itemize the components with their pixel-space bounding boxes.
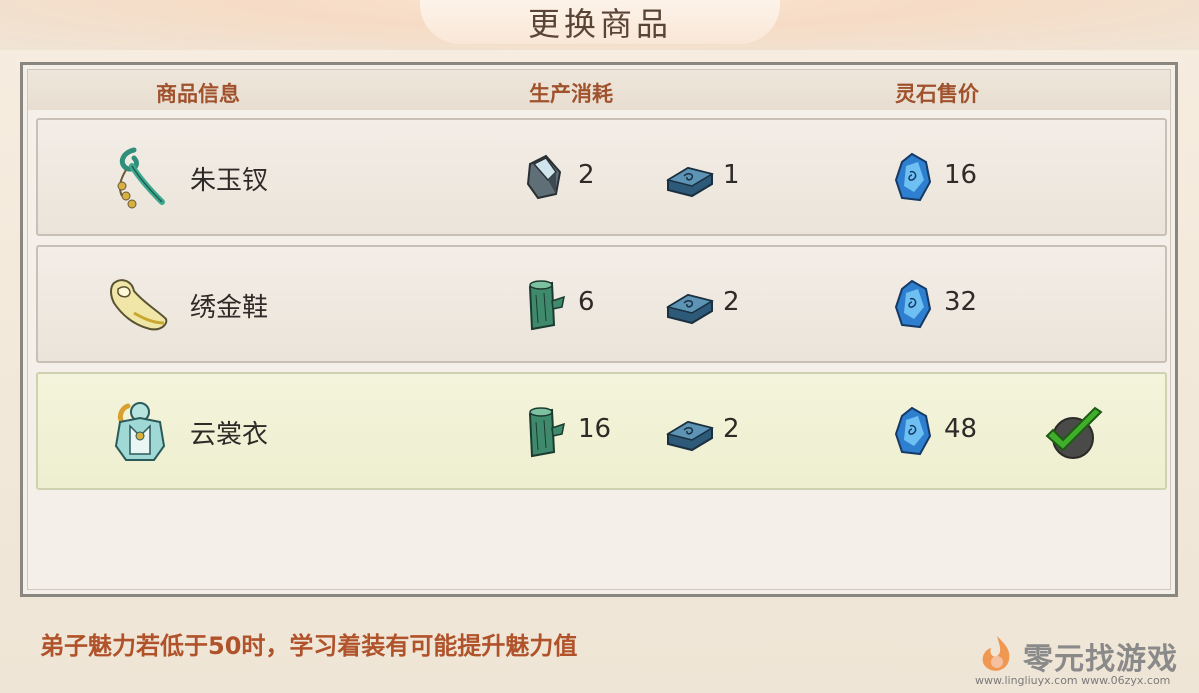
goods-row-jade-hairpin[interactable]: 朱玉钗 2 1 16 — [36, 118, 1167, 236]
header-production-cost: 生产消耗 — [529, 82, 613, 106]
goods-panel-inner: 商品信息 生产消耗 灵石售价 朱玉钗 2 1 16 绣金鞋 6 2 32 云裳衣… — [27, 69, 1171, 590]
dialog-title: 更换商品 — [527, 5, 672, 43]
goods-row-embroidered-shoe[interactable]: 绣金鞋 6 2 32 — [36, 245, 1167, 363]
goods-row-cloud-robe[interactable]: 云裳衣 16 2 48 — [36, 372, 1167, 490]
goods-name: 云裳衣 — [190, 420, 269, 450]
jade-hairpin-icon — [104, 142, 176, 214]
goods-name: 朱玉钗 — [190, 166, 269, 196]
cost-b-value: 1 — [723, 160, 740, 190]
iron-ingot-icon — [662, 404, 718, 460]
embroidered-shoe-icon — [104, 269, 176, 341]
spirit-stone-icon — [886, 404, 942, 460]
title-plaque: 更换商品 — [420, 0, 780, 44]
crystal-ore-icon — [520, 150, 576, 206]
site-watermark: 零元找游戏 www.lingliuyx.com www.06zyx.com — [975, 632, 1190, 690]
change-goods-dialog: 更换商品 商品信息 生产消耗 灵石售价 朱玉钗 2 1 16 绣金鞋 6 2 3… — [0, 0, 1199, 693]
charm-hint-text: 弟子魅力若低于50时，学习着装有可能提升魅力值 — [40, 632, 578, 660]
flame-logo-icon — [975, 632, 1019, 680]
selected-check-icon — [1041, 404, 1107, 464]
spirit-stone-icon — [886, 277, 942, 333]
wood-log-icon — [520, 404, 576, 460]
cost-b-value: 2 — [723, 287, 740, 317]
price-value: 16 — [944, 160, 978, 190]
header-goods-info: 商品信息 — [156, 82, 240, 106]
wood-log-icon — [520, 277, 576, 333]
price-value: 32 — [944, 287, 978, 317]
spirit-stone-icon — [886, 150, 942, 206]
price-value: 48 — [944, 414, 978, 444]
cost-a-value: 2 — [578, 160, 595, 190]
header-spirit-stone-price: 灵石售价 — [895, 82, 979, 106]
cost-b-value: 2 — [723, 414, 740, 444]
cost-a-value: 6 — [578, 287, 595, 317]
watermark-brand: 零元找游戏 — [1023, 642, 1178, 677]
watermark-url: www.lingliuyx.com www.06zyx.com — [975, 674, 1171, 687]
table-header: 商品信息 生产消耗 灵石售价 — [28, 70, 1170, 110]
cloud-robe-icon — [104, 396, 176, 468]
cost-a-value: 16 — [578, 414, 612, 444]
title-bar: 更换商品 — [0, 0, 1199, 50]
iron-ingot-icon — [662, 277, 718, 333]
goods-panel: 商品信息 生产消耗 灵石售价 朱玉钗 2 1 16 绣金鞋 6 2 32 云裳衣… — [20, 62, 1178, 597]
iron-ingot-icon — [662, 150, 718, 206]
goods-name: 绣金鞋 — [190, 293, 269, 323]
